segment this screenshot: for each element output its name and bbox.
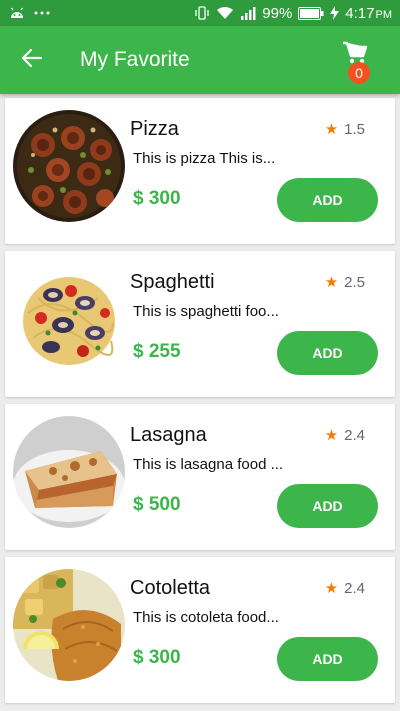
clock: 4:17PM bbox=[345, 5, 392, 22]
lasagna-image bbox=[13, 416, 125, 528]
pizza-image bbox=[13, 110, 125, 222]
cart-button[interactable]: 0 bbox=[326, 26, 382, 94]
item-price: $ 300 bbox=[133, 647, 181, 668]
list-item[interactable]: Cotoletta ★ 2.4 This is cotoleta food... … bbox=[5, 557, 395, 703]
rating-value: 2.4 bbox=[344, 579, 365, 597]
cart-count-badge: 0 bbox=[348, 62, 370, 84]
item-price: $ 500 bbox=[133, 494, 181, 515]
signal-icon bbox=[240, 6, 256, 20]
more-dots-icon bbox=[34, 11, 50, 15]
item-description: This is spaghetti foo... bbox=[133, 303, 279, 320]
add-button[interactable]: ADD bbox=[277, 331, 378, 375]
battery-percent: 99% bbox=[262, 4, 293, 22]
item-description: This is lasagna food ... bbox=[133, 456, 284, 473]
status-left bbox=[10, 7, 50, 19]
status-bar: 99% 4:17PM bbox=[0, 0, 400, 26]
rating-value: 2.5 bbox=[344, 273, 365, 291]
item-description: This is pizza This is... bbox=[133, 150, 276, 167]
status-right: 99% 4:17PM bbox=[194, 5, 392, 22]
app-bar: My Favorite 0 bbox=[0, 26, 400, 94]
wifi-icon bbox=[216, 6, 234, 20]
item-rating: ★ 2.4 bbox=[324, 426, 365, 445]
android-icon bbox=[10, 7, 24, 19]
item-name: Lasagna bbox=[130, 424, 207, 446]
item-rating: ★ 2.4 bbox=[324, 579, 365, 598]
spaghetti-image bbox=[13, 263, 125, 375]
page-title: My Favorite bbox=[80, 48, 190, 71]
clock-time: 4:17 bbox=[345, 4, 375, 22]
star-icon: ★ bbox=[324, 121, 339, 138]
rating-value: 1.5 bbox=[344, 120, 365, 138]
clock-ampm: PM bbox=[375, 8, 393, 21]
arrow-back-icon bbox=[21, 48, 43, 72]
charging-icon bbox=[330, 6, 340, 20]
back-button[interactable] bbox=[2, 26, 62, 94]
vibrate-icon bbox=[194, 6, 210, 20]
add-button[interactable]: ADD bbox=[277, 637, 378, 681]
item-rating: ★ 1.5 bbox=[324, 120, 365, 139]
cotoletta-image bbox=[13, 569, 125, 681]
star-icon: ★ bbox=[324, 274, 339, 291]
list-item[interactable]: Spaghetti ★ 2.5 This is spaghetti foo... … bbox=[5, 251, 395, 397]
item-description: This is cotoleta food... bbox=[133, 609, 279, 626]
rating-value: 2.4 bbox=[344, 426, 365, 444]
list-item[interactable]: Lasagna ★ 2.4 This is lasagna food ... $ … bbox=[5, 404, 395, 550]
item-name: Spaghetti bbox=[130, 271, 215, 293]
battery-icon bbox=[298, 6, 324, 20]
item-price: $ 300 bbox=[133, 188, 181, 209]
item-name: Pizza bbox=[130, 118, 179, 140]
list-item[interactable]: Pizza ★ 1.5 This is pizza This is... $ 30… bbox=[5, 98, 395, 244]
star-icon: ★ bbox=[324, 427, 339, 444]
item-price: $ 255 bbox=[133, 341, 181, 362]
add-button[interactable]: ADD bbox=[277, 484, 378, 528]
item-name: Cotoletta bbox=[130, 577, 211, 599]
item-rating: ★ 2.5 bbox=[324, 273, 365, 292]
add-button[interactable]: ADD bbox=[277, 178, 378, 222]
star-icon: ★ bbox=[324, 580, 339, 597]
